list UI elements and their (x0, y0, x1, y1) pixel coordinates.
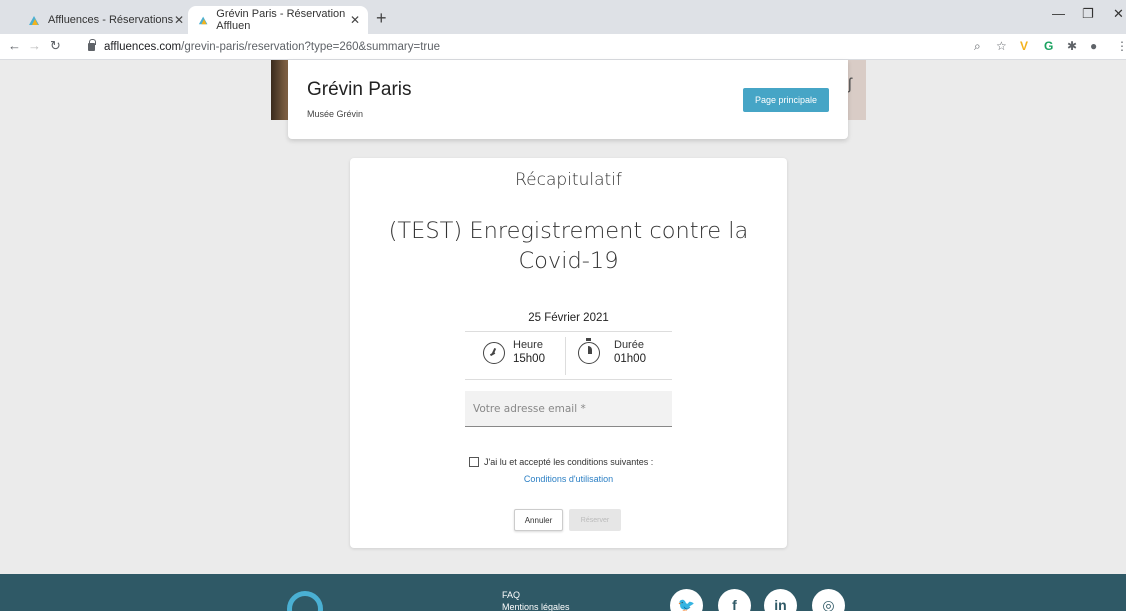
zoom-icon[interactable]: ⌕ (974, 39, 981, 54)
footer-link-legal[interactable]: Mentions légales (502, 602, 570, 611)
time-label: Heure (513, 339, 543, 351)
reload-icon[interactable]: ↻ (50, 38, 61, 54)
extension-grammar-icon[interactable]: G (1044, 39, 1053, 53)
url-path: /grevin-paris/reservation?type=260&summa… (181, 41, 441, 53)
consent-checkbox[interactable] (469, 457, 479, 467)
instagram-icon[interactable]: ◎ (812, 589, 845, 611)
cancel-button[interactable]: Annuler (514, 509, 563, 531)
footer-link-faq[interactable]: FAQ (502, 590, 520, 600)
linkedin-icon[interactable]: in (764, 589, 797, 611)
summary-card: Récapitulatif (TEST) Enregistrement cont… (350, 158, 787, 548)
page-content: ʃ Grévin Paris Musée Grévin Page princip… (0, 60, 1126, 611)
browser-tab-grevin[interactable]: Grévin Paris - Réservation Affluen ✕ (188, 6, 368, 34)
reservation-date: 25 Février 2021 (528, 312, 609, 324)
browser-tab-strip: Affluences - Réservations ✕ Grévin Paris… (0, 0, 1126, 34)
time-info: Heure 15h00 (513, 338, 545, 366)
consent-label: J'ai lu et accepté les conditions suivan… (484, 457, 654, 467)
affluences-favicon-icon (29, 16, 39, 25)
time-duration-box: Heure 15h00 Durée 01h00 (465, 331, 672, 380)
divider (565, 337, 566, 375)
tab-title: Grévin Paris - Réservation Affluen (216, 8, 346, 32)
affluences-favicon-icon (198, 16, 208, 25)
affluences-logo (287, 591, 323, 611)
url-domain: affluences.com (104, 41, 182, 53)
timer-icon (578, 338, 600, 364)
facebook-icon[interactable]: f (718, 589, 751, 611)
browser-toolbar: ← → ↻ affluences.com/grevin-paris/reserv… (0, 34, 1126, 60)
terms-link[interactable]: Conditions d'utilisation (350, 474, 787, 484)
banner-image-right: ʃ (846, 60, 866, 120)
close-tab-icon[interactable]: ✕ (174, 13, 184, 27)
affluences-logo-word (344, 598, 394, 611)
banner-image-left (271, 60, 289, 120)
address-bar[interactable]: affluences.com/grevin-paris/reservation?… (88, 37, 948, 57)
book-button[interactable]: Réserver (569, 509, 621, 531)
browser-tab-affluences[interactable]: Affluences - Réservations ✕ (18, 6, 192, 34)
venue-title: Grévin Paris (307, 79, 412, 100)
star-icon[interactable]: ☆ (996, 39, 1007, 53)
lock-icon (88, 39, 96, 51)
extensions-puzzle-icon[interactable]: ✱ (1067, 39, 1077, 53)
menu-icon[interactable]: ⋮ (1116, 39, 1126, 53)
event-title: (TEST) Enregistrement contre la Covid-19 (388, 218, 749, 274)
close-tab-icon[interactable]: ✕ (350, 13, 360, 27)
email-field[interactable] (465, 391, 672, 427)
close-window-icon[interactable]: ✕ (1113, 6, 1124, 22)
minimize-icon[interactable]: — (1052, 6, 1065, 21)
footer: FAQ Mentions légales 🐦 f in ◎ (0, 574, 1126, 611)
clock-icon (483, 342, 505, 364)
main-page-button[interactable]: Page principale (743, 88, 829, 112)
consent-row: J'ai lu et accepté les conditions suivan… (469, 457, 653, 467)
duration-value: 01h00 (614, 353, 646, 365)
tab-title: Affluences - Réservations (48, 14, 174, 26)
extension-v-icon[interactable]: V (1020, 39, 1028, 53)
venue-header-card: Grévin Paris Musée Grévin Page principal… (288, 60, 848, 139)
profile-avatar-icon[interactable]: ● (1090, 39, 1097, 53)
time-value: 15h00 (513, 353, 545, 365)
forward-icon[interactable]: → (28, 38, 41, 53)
duration-label: Durée (614, 339, 644, 351)
summary-title: Récapitulatif (515, 170, 622, 190)
duration-info: Durée 01h00 (614, 338, 646, 366)
maximize-icon[interactable]: ❐ (1082, 6, 1094, 22)
back-icon[interactable]: ← (8, 38, 21, 53)
twitter-icon[interactable]: 🐦 (670, 589, 703, 611)
new-tab-icon[interactable]: + (376, 8, 387, 29)
venue-subtitle: Musée Grévin (307, 109, 364, 119)
